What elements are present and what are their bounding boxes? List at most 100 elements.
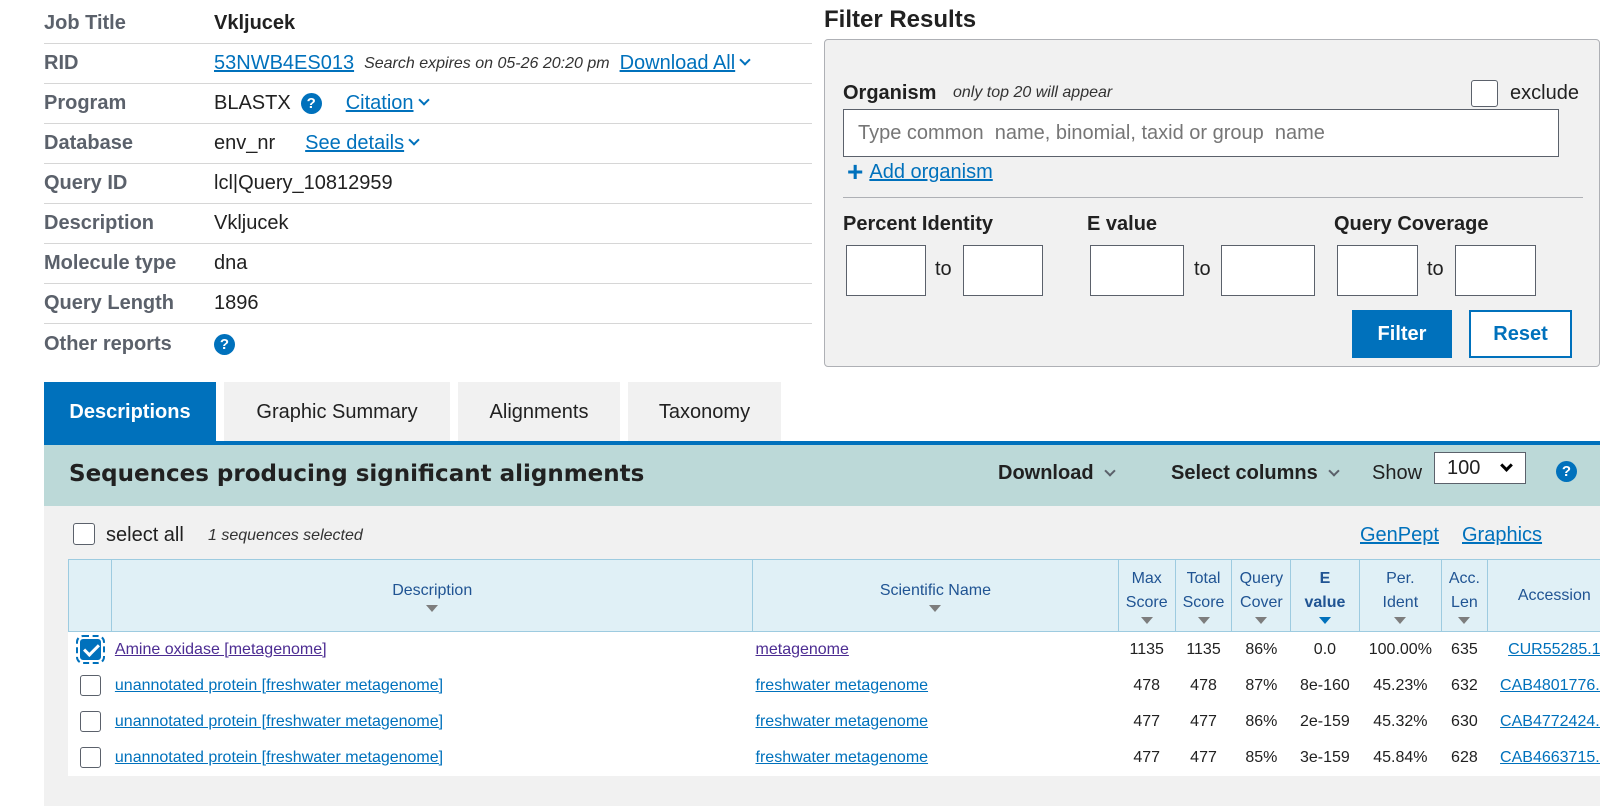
row-checkbox[interactable] bbox=[80, 747, 101, 768]
select-all-label[interactable]: select all bbox=[106, 524, 184, 547]
other-reports-row: Other reports ? bbox=[44, 324, 812, 364]
scientific-name-column-header[interactable]: Scientific Name bbox=[753, 560, 1119, 632]
accession-header-label: Accession bbox=[1518, 587, 1591, 604]
add-organism-link[interactable]: + Add organism bbox=[847, 158, 993, 186]
scientific-name-link[interactable]: freshwater metagenome bbox=[756, 677, 929, 694]
genpept-link[interactable]: GenPept bbox=[1360, 524, 1439, 547]
max-score-cell: 477 bbox=[1118, 740, 1175, 776]
description-label: Description bbox=[44, 212, 214, 235]
query-cover-column-header[interactable]: Query Cover bbox=[1232, 560, 1291, 632]
per-ident-cell: 100.00% bbox=[1359, 632, 1442, 668]
max-score-cell: 478 bbox=[1118, 668, 1175, 704]
percent-identity-to-input[interactable] bbox=[963, 245, 1043, 296]
rid-link[interactable]: 53NWB4ES013 bbox=[214, 52, 354, 75]
job-info-table: Job Title Vkljucek RID 53NWB4ES013 Searc… bbox=[44, 4, 812, 364]
row-checkbox[interactable] bbox=[80, 711, 101, 732]
job-title-label: Job Title bbox=[44, 12, 214, 35]
see-details-link[interactable]: See details bbox=[305, 132, 418, 155]
query-coverage-from-input[interactable] bbox=[1337, 245, 1418, 296]
results-table-body: Amine oxidase [metagenome] metagenome 11… bbox=[69, 632, 1600, 776]
rid-label: RID bbox=[44, 52, 214, 75]
row-checkbox-cell bbox=[69, 704, 112, 740]
sort-icon bbox=[426, 605, 438, 612]
exclude-label: exclude bbox=[1510, 82, 1579, 105]
results-body: select all 1 sequences selected GenPept … bbox=[44, 506, 1600, 806]
description-header-label: Description bbox=[392, 582, 472, 599]
show-count-value: 100 bbox=[1447, 457, 1480, 480]
total-score-cell: 1135 bbox=[1175, 632, 1232, 668]
table-row: unannotated protein [freshwater metageno… bbox=[69, 704, 1600, 740]
query-id-label: Query ID bbox=[44, 172, 214, 195]
tab-graphic-summary[interactable]: Graphic Summary bbox=[224, 382, 450, 442]
header-label-line: Acc. bbox=[1449, 570, 1480, 587]
accession-link[interactable]: CAB4772424.1 bbox=[1500, 713, 1600, 730]
sort-icon bbox=[1319, 617, 1331, 624]
database-row: Database env_nr See details bbox=[44, 124, 812, 164]
header-label-line: Score bbox=[1126, 594, 1168, 611]
show-label: Show bbox=[1372, 462, 1422, 485]
row-checkbox-cell bbox=[69, 740, 112, 776]
description-column-header[interactable]: Description bbox=[112, 560, 753, 632]
evalue-to-input[interactable] bbox=[1221, 245, 1315, 296]
row-checkbox[interactable] bbox=[80, 675, 101, 696]
reset-button[interactable]: Reset bbox=[1469, 310, 1572, 358]
evalue-column-header[interactable]: E value bbox=[1291, 560, 1359, 632]
description-link[interactable]: unannotated protein [freshwater metageno… bbox=[115, 677, 443, 694]
row-checkbox-cell bbox=[69, 632, 112, 668]
per-ident-cell: 45.84% bbox=[1359, 740, 1442, 776]
header-label-line: Total bbox=[1187, 570, 1221, 587]
select-columns-dropdown[interactable]: Select columns bbox=[1171, 462, 1338, 485]
per-ident-column-header[interactable]: Per. Ident bbox=[1359, 560, 1442, 632]
help-icon[interactable]: ? bbox=[214, 334, 235, 355]
description-value: Vkljucek bbox=[214, 212, 288, 235]
show-count-select[interactable]: 100 bbox=[1434, 452, 1526, 484]
tab-taxonomy[interactable]: Taxonomy bbox=[628, 382, 781, 442]
accession-link[interactable]: CUR55285.1 bbox=[1508, 641, 1600, 658]
help-icon[interactable]: ? bbox=[301, 93, 322, 114]
see-details-label: See details bbox=[305, 132, 404, 154]
description-link[interactable]: unannotated protein [freshwater metageno… bbox=[115, 713, 443, 730]
job-title-value: Vkljucek bbox=[214, 12, 295, 35]
query-cover-cell: 86% bbox=[1232, 704, 1291, 740]
evalue-from-input[interactable] bbox=[1090, 245, 1184, 296]
molecule-type-row: Molecule type dna bbox=[44, 244, 812, 284]
query-cover-cell: 86% bbox=[1232, 632, 1291, 668]
add-organism-label[interactable]: Add organism bbox=[869, 161, 992, 184]
description-link[interactable]: unannotated protein [freshwater metageno… bbox=[115, 749, 443, 766]
scientific-name-link[interactable]: freshwater metagenome bbox=[756, 749, 929, 766]
acc-len-column-header[interactable]: Acc. Len bbox=[1442, 560, 1487, 632]
chevron-down-icon bbox=[1500, 459, 1513, 472]
scientific-name-link[interactable]: metagenome bbox=[756, 641, 849, 658]
total-score-cell: 477 bbox=[1175, 740, 1232, 776]
filter-results-title: Filter Results bbox=[824, 6, 976, 34]
query-coverage-to-input[interactable] bbox=[1455, 245, 1536, 296]
max-score-column-header[interactable]: Max Score bbox=[1118, 560, 1175, 632]
to-label: to bbox=[1427, 258, 1444, 281]
help-icon[interactable]: ? bbox=[1556, 461, 1577, 482]
scientific-name-link[interactable]: freshwater metagenome bbox=[756, 713, 929, 730]
search-expires-note: Search expires on 05-26 20:20 pm bbox=[364, 55, 609, 73]
tab-alignments[interactable]: Alignments bbox=[458, 382, 620, 442]
select-all-checkbox[interactable] bbox=[73, 523, 95, 545]
percent-identity-from-input[interactable] bbox=[846, 245, 926, 296]
organism-input[interactable] bbox=[843, 109, 1559, 157]
download-dropdown[interactable]: Download bbox=[998, 462, 1114, 485]
accession-link[interactable]: CAB4663715.1 bbox=[1500, 749, 1600, 766]
tab-descriptions[interactable]: Descriptions bbox=[44, 382, 216, 442]
total-score-column-header[interactable]: Total Score bbox=[1175, 560, 1232, 632]
accession-link[interactable]: CAB4801776.1 bbox=[1500, 677, 1600, 694]
per-ident-cell: 45.23% bbox=[1359, 668, 1442, 704]
filter-button[interactable]: Filter bbox=[1352, 310, 1452, 358]
graphics-link[interactable]: Graphics bbox=[1462, 524, 1542, 547]
citation-link[interactable]: Citation bbox=[346, 92, 428, 115]
scientific-name-cell: metagenome bbox=[753, 632, 1119, 668]
table-row: unannotated protein [freshwater metageno… bbox=[69, 740, 1600, 776]
program-value: BLASTX bbox=[214, 92, 291, 115]
header-label-line: Max bbox=[1132, 570, 1162, 587]
row-checkbox[interactable] bbox=[80, 639, 101, 660]
description-link[interactable]: Amine oxidase [metagenome] bbox=[115, 641, 327, 658]
download-all-link[interactable]: Download All bbox=[620, 52, 750, 75]
exclude-checkbox[interactable] bbox=[1471, 80, 1498, 107]
download-label: Download bbox=[998, 462, 1094, 485]
rid-row: RID 53NWB4ES013 Search expires on 05-26 … bbox=[44, 44, 812, 84]
